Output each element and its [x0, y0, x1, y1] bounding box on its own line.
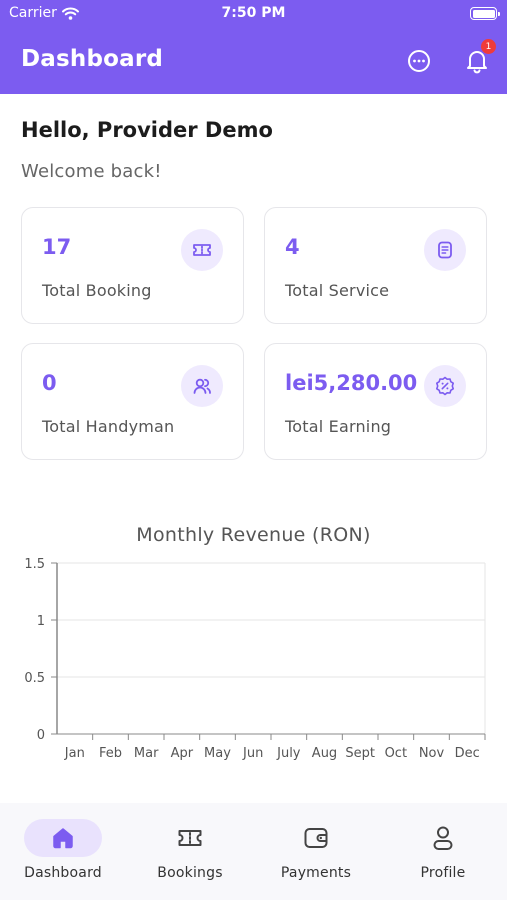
stat-label: Total Booking	[42, 281, 152, 300]
y-tick-label: 0	[37, 728, 45, 743]
nav-label: Bookings	[157, 865, 223, 881]
home-icon	[53, 828, 73, 849]
x-tick-label: Feb	[99, 746, 122, 761]
nav-item-payments[interactable]: Payments	[253, 803, 379, 900]
app-bar: Dashboard	[0, 28, 507, 94]
battery-icon	[470, 7, 500, 20]
nav-item-dashboard[interactable]: Dashboard	[0, 803, 126, 900]
x-tick-label: Nov	[419, 746, 445, 761]
y-tick-label: 1	[37, 614, 45, 629]
x-tick-label: Jan	[64, 746, 85, 761]
nav-label: Profile	[420, 865, 466, 881]
users-icon	[181, 365, 223, 407]
chart-title: Monthly Revenue (RON)	[136, 524, 371, 546]
x-tick-label: Dec	[455, 746, 480, 761]
stat-label: Total Handyman	[42, 417, 175, 436]
stat-value: 0	[42, 371, 57, 395]
document-icon	[424, 229, 466, 271]
x-tick-label: Aug	[312, 746, 337, 761]
stat-label: Total Earning	[285, 417, 392, 436]
notification-badge: 1	[481, 39, 496, 54]
stat-card-total-handyman[interactable]: 0 Total Handyman	[21, 343, 244, 460]
x-tick-label: Apr	[171, 746, 194, 761]
x-tick-label: Jun	[242, 746, 263, 761]
nav-label: Dashboard	[24, 865, 102, 881]
stat-card-total-earning[interactable]: lei5,280.00 Total Earning	[264, 343, 487, 460]
status-bar: Carrier 7:50 PM	[0, 0, 507, 28]
greeting-subtitle: Welcome back!	[21, 161, 162, 182]
clock: 7:50 PM	[221, 5, 286, 21]
greeting-title: Hello, Provider Demo	[21, 118, 273, 142]
nav-label: Payments	[280, 865, 352, 881]
page-title: Dashboard	[21, 46, 164, 72]
x-tick-label: May	[204, 746, 231, 761]
x-tick-label: Sept	[345, 746, 375, 761]
chat-button[interactable]	[405, 47, 433, 75]
wallet-icon	[304, 828, 328, 848]
ticket-icon	[181, 229, 223, 271]
nav-item-bookings[interactable]: Bookings	[127, 803, 253, 900]
bottom-nav: Dashboard Bookings Payments Profile	[0, 803, 507, 900]
x-tick-label: July	[276, 746, 301, 761]
chat-bubble-icon	[408, 50, 430, 72]
y-tick-label: 1.5	[24, 557, 45, 572]
x-tick-label: Mar	[134, 746, 159, 761]
y-tick-label: 0.5	[24, 671, 45, 686]
stat-card-total-service[interactable]: 4 Total Service	[264, 207, 487, 324]
ticket-icon	[178, 830, 202, 846]
user-icon	[433, 826, 453, 850]
stat-label: Total Service	[285, 281, 390, 300]
stat-value: lei5,280.00	[285, 371, 418, 395]
stat-card-total-booking[interactable]: 17 Total Booking	[21, 207, 244, 324]
stat-value: 4	[285, 235, 300, 259]
x-tick-label: Oct	[385, 746, 407, 761]
stat-value: 17	[42, 235, 72, 259]
badge-discount-icon	[424, 365, 466, 407]
revenue-chart: 0 0.5 1 1.5 Jan Feb Mar Apr May Jun July Aug Sept Oct…	[24, 557, 486, 761]
nav-item-profile[interactable]: Profile	[380, 803, 506, 900]
